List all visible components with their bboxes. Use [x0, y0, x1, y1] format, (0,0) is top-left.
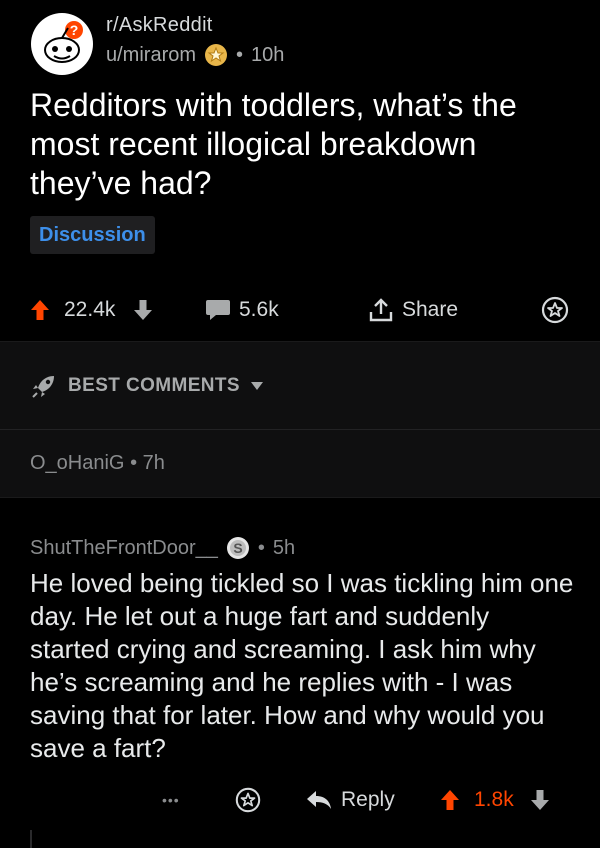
- post-flair[interactable]: Discussion: [30, 216, 155, 254]
- comments-button[interactable]: 5.6k: [205, 285, 279, 335]
- comment: ShutTheFrontDoor__ S • 5h He loved being…: [0, 497, 600, 848]
- rocket-icon: [32, 376, 54, 398]
- share-icon: [369, 298, 393, 322]
- award-outline-icon: [541, 296, 569, 324]
- comment-action-bar: ••• Reply 1.8k: [0, 780, 600, 820]
- comment-count: 5.6k: [239, 298, 279, 321]
- collapsed-comment-meta: O_oHaniG • 7h: [30, 452, 165, 475]
- post-header: ? r/AskReddit u/mirarom • 10h Redditors …: [0, 0, 600, 340]
- silver-award-icon[interactable]: S: [226, 536, 250, 560]
- comment-icon: [206, 300, 230, 320]
- award-outline-icon: [235, 787, 261, 813]
- sort-label: BEST COMMENTS: [68, 375, 240, 396]
- post-vote-group: 22.4k: [30, 285, 153, 335]
- upvote-icon[interactable]: [30, 299, 50, 321]
- share-label: Share: [402, 298, 459, 321]
- reply-button[interactable]: Reply: [305, 780, 395, 820]
- flair-label: Discussion: [39, 223, 146, 246]
- svg-text:S: S: [233, 540, 242, 556]
- post-author[interactable]: u/mirarom: [106, 44, 196, 67]
- downvote-icon[interactable]: [530, 789, 550, 811]
- collapsed-comment[interactable]: O_oHaniG • 7h: [0, 429, 600, 497]
- post-action-bar: 22.4k 5.6k Share: [0, 285, 600, 335]
- comment-meta: ShutTheFrontDoor__ S • 5h: [30, 536, 295, 560]
- post-userline: u/mirarom • 10h: [106, 43, 284, 67]
- comment-body: He loved being tickled so I was tickling…: [30, 568, 574, 763]
- meta-separator: •: [236, 43, 244, 66]
- meta-separator: •: [257, 536, 265, 559]
- comment-award-button[interactable]: [234, 780, 262, 820]
- downvote-icon[interactable]: [133, 299, 153, 321]
- thread-line: [30, 830, 32, 848]
- post-upvote-count: 22.4k: [64, 298, 116, 321]
- post-award-button[interactable]: [540, 285, 570, 335]
- comment-sort-button[interactable]: BEST COMMENTS: [30, 372, 264, 400]
- comment-age: 5h: [272, 536, 296, 559]
- reply-arrow-icon: [307, 791, 331, 809]
- post-meta: r/AskReddit u/mirarom • 10h: [106, 14, 284, 67]
- comment-author[interactable]: ShutTheFrontDoor__: [30, 537, 218, 560]
- share-button[interactable]: Share: [368, 285, 458, 335]
- post-age: 10h: [251, 43, 285, 66]
- more-options-button[interactable]: •••: [162, 780, 180, 820]
- subreddit-name[interactable]: r/AskReddit: [106, 14, 284, 37]
- comment-vote-group: 1.8k: [440, 780, 550, 820]
- subreddit-avatar-icon[interactable]: ?: [30, 12, 94, 76]
- collapsed-comment-author[interactable]: O_oHaniG: [30, 452, 125, 474]
- svg-text:?: ?: [70, 22, 79, 38]
- collapsed-comment-age: 7h: [142, 452, 165, 474]
- post-title[interactable]: Redditors with toddlers, what’s the most…: [30, 86, 575, 203]
- more-icon: •••: [162, 792, 180, 808]
- caret-down-icon: [250, 382, 263, 390]
- upvote-icon[interactable]: [440, 789, 460, 811]
- meta-separator: •: [130, 452, 138, 474]
- reply-label: Reply: [341, 788, 395, 811]
- comment-upvote-count: 1.8k: [474, 788, 514, 811]
- award-icon[interactable]: [204, 43, 228, 67]
